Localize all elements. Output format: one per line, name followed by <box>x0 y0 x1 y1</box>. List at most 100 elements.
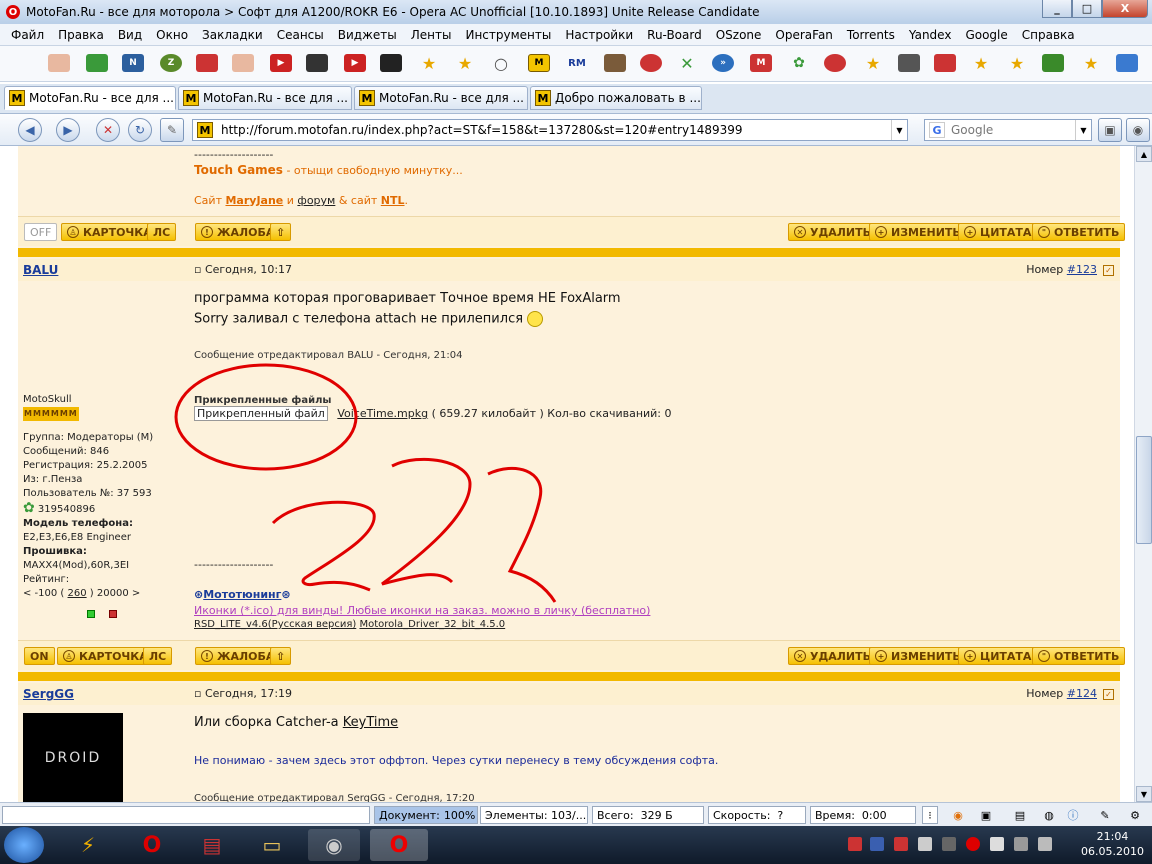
address-dropdown-icon[interactable]: ▼ <box>891 120 907 140</box>
navigation-bar: ◀ ▶ ✕ ↻ ✎ M http://forum.motofan.ru/inde… <box>0 114 1152 146</box>
bookmark-flower-icon[interactable]: ✿ <box>788 54 810 72</box>
back-icon[interactable]: ◀ <box>18 118 42 142</box>
bookmark-n-icon[interactable]: N <box>122 54 144 72</box>
taskbar-opera-icon[interactable]: O <box>126 829 178 861</box>
bookmark-star3-icon[interactable]: ★ <box>862 54 884 73</box>
bookmark-search-icon[interactable]: ○ <box>490 54 512 73</box>
tray-tool-icon[interactable] <box>918 837 932 851</box>
bookmark-star6-icon[interactable]: ★ <box>1080 54 1102 73</box>
tray-flag2-icon[interactable] <box>990 837 1004 851</box>
tab-motofan-3[interactable]: M MotoFan.Ru - все для ... ✕ <box>354 86 528 110</box>
close-button[interactable]: X <box>1102 0 1148 18</box>
menu-operafan[interactable]: OperaFan <box>768 28 840 42</box>
bookmark-x-icon[interactable]: ✕ <box>676 54 698 73</box>
start-button[interactable] <box>4 827 44 863</box>
search-field[interactable]: G Google ▼ <box>924 119 1092 141</box>
maximize-button[interactable]: □ <box>1072 0 1102 18</box>
globe-icon[interactable]: ◍ <box>1040 806 1058 824</box>
info-icon[interactable]: ⓘ <box>1064 806 1082 824</box>
taskbar-flash-icon[interactable]: ⚡ <box>62 829 114 861</box>
menu-sessions[interactable]: Сеансы <box>270 28 331 42</box>
bookmark-grid-icon[interactable] <box>196 54 218 72</box>
bookmark-star4-icon[interactable]: ★ <box>970 54 992 73</box>
bookmark-face-icon[interactable] <box>232 54 254 72</box>
bookmark-rm-icon[interactable]: RM <box>566 54 588 72</box>
tray-speaker-icon[interactable] <box>894 837 908 851</box>
bookmark-green-icon[interactable] <box>86 54 108 72</box>
taskbar-steam-icon[interactable]: ◉ <box>308 829 360 861</box>
page-viewport: -------------------- Touch Games - отыщи… <box>0 146 1134 802</box>
tray-ru-icon[interactable] <box>848 837 862 851</box>
taskbar-opera-active-icon[interactable]: O <box>370 829 428 861</box>
bookmark-knowyourmeme-icon[interactable] <box>306 54 328 72</box>
menu-edit[interactable]: Правка <box>51 28 111 42</box>
tools-icon[interactable]: ✎ <box>1096 806 1114 824</box>
wand-icon[interactable]: ✎ <box>160 118 184 142</box>
menu-oszone[interactable]: OSzone <box>709 28 769 42</box>
bookmark-star5-icon[interactable]: ★ <box>1006 54 1028 73</box>
scroll-thumb[interactable] <box>1136 436 1152 544</box>
tray-network-icon[interactable] <box>1014 837 1028 851</box>
scroll-down-icon[interactable]: ▼ <box>1136 786 1152 802</box>
menu-bookmarks[interactable]: Закладки <box>195 28 270 42</box>
bookmark-box-icon[interactable] <box>898 54 920 72</box>
tab-welcome[interactable]: M Добро пожаловать в ... <box>530 86 702 110</box>
bookmark-m-icon[interactable]: M <box>750 54 772 72</box>
tab-motofan-1[interactable]: M MotoFan.Ru - все для ... ✕ <box>4 86 176 110</box>
tray-steam-icon[interactable] <box>942 837 956 851</box>
menu-feeds[interactable]: Ленты <box>404 28 459 42</box>
bookmark-motofan-icon[interactable]: M <box>528 54 550 72</box>
menu-torrents[interactable]: Torrents <box>840 28 902 42</box>
bookmark-youtube2-icon[interactable]: ▶ <box>344 54 366 72</box>
bookmark-arrow-icon[interactable] <box>1116 54 1138 72</box>
eye-icon[interactable]: ◉ <box>1126 118 1150 142</box>
menu-google[interactable]: Google <box>958 28 1014 42</box>
tray-flag-icon[interactable] <box>870 837 884 851</box>
tray-opera-icon[interactable] <box>966 837 980 851</box>
bookmark-brown-icon[interactable] <box>604 54 626 72</box>
panel-toggle-icon[interactable]: ⁝ <box>922 806 938 824</box>
taskbar-floppy-icon[interactable]: ▤ <box>186 829 238 861</box>
menu-view[interactable]: Вид <box>111 28 149 42</box>
bookmark-z-icon[interactable]: Z <box>160 54 182 72</box>
bookmark-mm-icon[interactable] <box>1042 54 1064 72</box>
address-bar[interactable]: M http://forum.motofan.ru/index.php?act=… <box>192 119 908 141</box>
bookmark-blue-icon[interactable]: » <box>712 54 734 72</box>
taskbar-clock[interactable]: 21:04 06.05.2010 <box>1081 829 1144 859</box>
menu-window[interactable]: Окно <box>149 28 195 42</box>
tab-motofan-2[interactable]: M MotoFan.Ru - все для ... ✕ <box>178 86 352 110</box>
search-dropdown-icon[interactable]: ▼ <box>1075 120 1091 140</box>
bookmark-avatar-icon[interactable] <box>48 54 70 72</box>
minimize-button[interactable]: _ <box>1042 0 1072 18</box>
menu-tools[interactable]: Инструменты <box>458 28 558 42</box>
bookmark-youtube-icon[interactable]: ▶ <box>270 54 292 72</box>
forward-icon[interactable]: ▶ <box>56 118 80 142</box>
firefox-icon[interactable]: ◉ <box>948 806 968 824</box>
bookmark-redcircle-icon[interactable] <box>824 54 846 72</box>
taskbar-explorer-icon[interactable]: ▭ <box>246 829 298 861</box>
menu-widgets[interactable]: Виджеты <box>331 28 404 42</box>
bookmark-pic-icon[interactable] <box>934 54 956 72</box>
scroll-up-icon[interactable]: ▲ <box>1136 146 1152 162</box>
menu-ruboard[interactable]: Ru-Board <box>640 28 709 42</box>
note-icon[interactable]: ▤ <box>1010 806 1030 824</box>
camera-icon[interactable]: ▣ <box>976 806 996 824</box>
bookmark-star-icon[interactable]: ★ <box>418 54 440 73</box>
bookmark-star2-icon[interactable]: ★ <box>454 54 476 73</box>
vertical-scrollbar[interactable]: ▲ ▼ <box>1134 146 1152 802</box>
reload-icon[interactable]: ↻ <box>128 118 152 142</box>
tray-volume-icon[interactable] <box>1038 837 1052 851</box>
menu-settings[interactable]: Настройки <box>558 28 640 42</box>
bookmark-invader-icon[interactable] <box>380 54 402 72</box>
time-value: 0:00 <box>861 808 887 822</box>
menu-help[interactable]: Справка <box>1015 28 1082 42</box>
annotation-digit-2 <box>381 457 472 586</box>
stop-icon[interactable]: ✕ <box>96 118 120 142</box>
bookmark-red-icon[interactable] <box>640 54 662 72</box>
menu-file[interactable]: Файл <box>4 28 51 42</box>
annotation-digit-1 <box>271 500 376 592</box>
panel-icon[interactable]: ▣ <box>1098 118 1122 142</box>
settings-icon[interactable]: ⚙ <box>1126 806 1144 824</box>
elements-count: Элементы: 103/... <box>480 806 588 824</box>
menu-yandex[interactable]: Yandex <box>902 28 959 42</box>
